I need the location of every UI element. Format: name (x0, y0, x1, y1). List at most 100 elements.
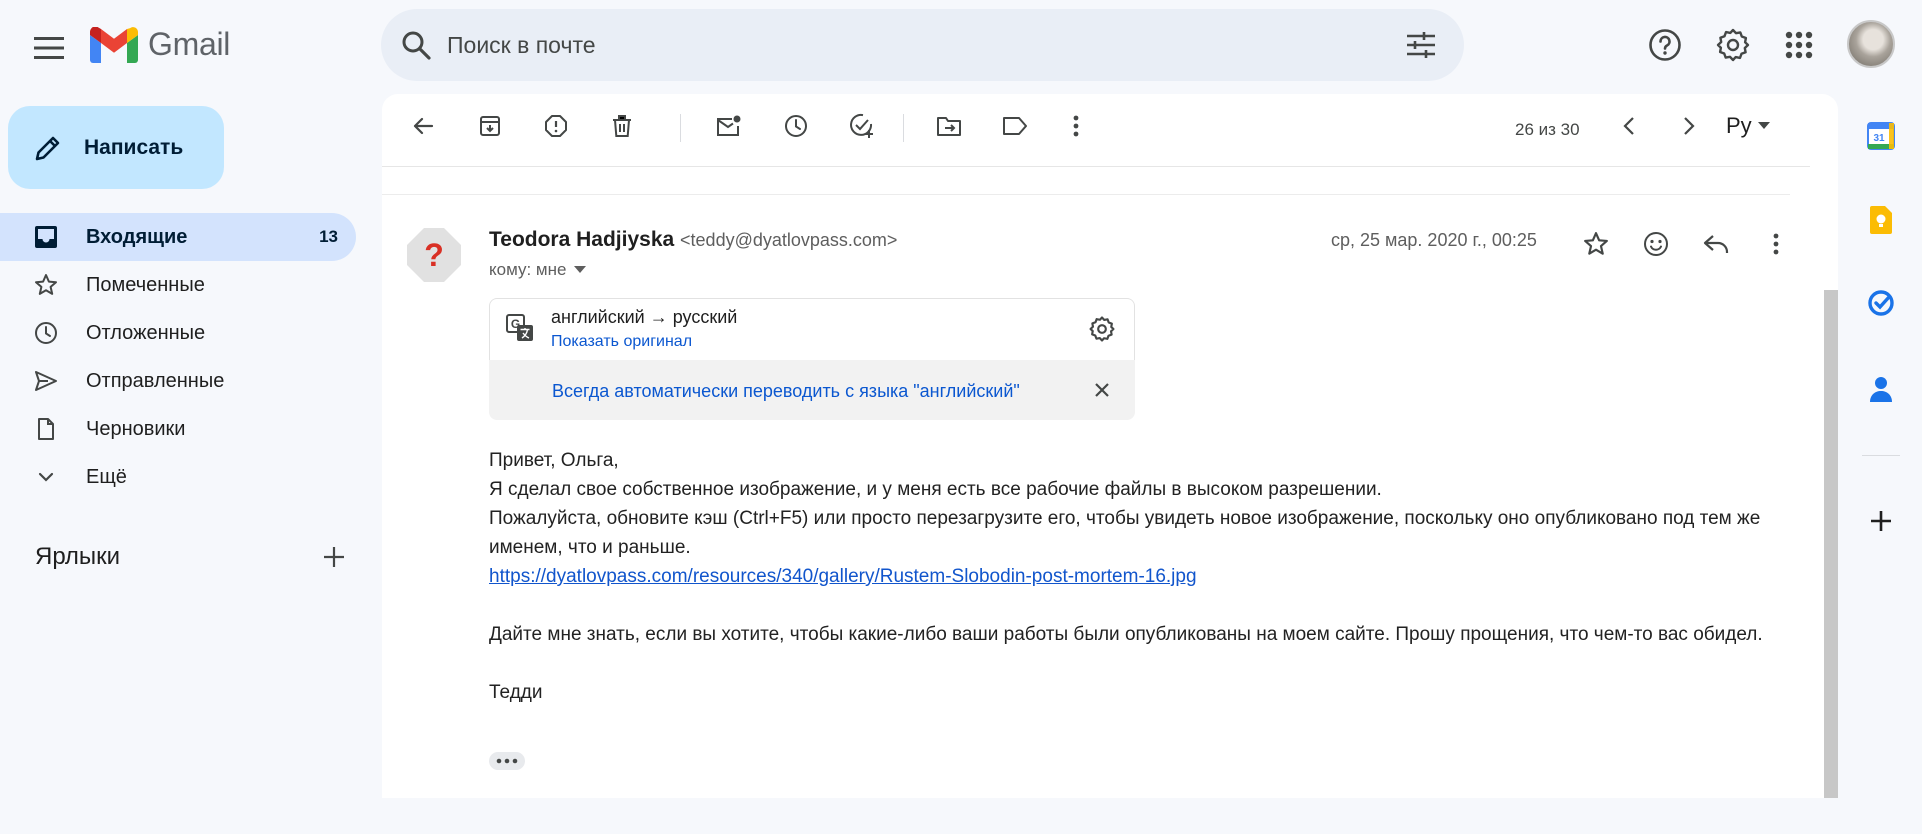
more-actions-button[interactable] (1054, 104, 1098, 148)
move-to-button[interactable] (927, 104, 971, 148)
settings-button[interactable] (1708, 20, 1758, 70)
inbox-icon (35, 226, 57, 248)
pencil-icon (35, 136, 60, 160)
sidebar-item-more[interactable]: Ещё (0, 453, 356, 501)
more-horiz-icon (496, 758, 518, 764)
body-greeting: Привет, Ольга, (489, 450, 619, 471)
chevron-down-icon (38, 472, 54, 482)
input-language-button[interactable]: Ру (1726, 106, 1770, 146)
account-avatar[interactable] (1847, 20, 1895, 68)
message-body: Привет, Ольга, Я сделал свое собственное… (489, 446, 1779, 707)
sidebar-item-label: Ещё (86, 465, 127, 488)
tasks-app-button[interactable] (1860, 282, 1902, 324)
show-trimmed-content-button[interactable] (489, 752, 525, 770)
scrollbar[interactable] (1824, 290, 1838, 798)
get-addons-button[interactable] (1860, 500, 1902, 542)
trash-icon (613, 115, 631, 137)
add-task-button[interactable] (840, 104, 884, 148)
labels-title: Ярлыки (35, 543, 121, 570)
delete-button[interactable] (600, 104, 644, 148)
input-language-label: Ру (1726, 113, 1752, 138)
more-vert-icon (1073, 115, 1079, 137)
send-icon (35, 371, 57, 391)
keep-app-button[interactable] (1860, 199, 1902, 241)
caret-down-icon (1757, 122, 1770, 129)
help-icon (1649, 29, 1681, 61)
message-toolbar: 26 из 30 Ру (382, 94, 1810, 167)
google-apps-button[interactable] (1774, 20, 1824, 70)
mark-unread-button[interactable] (707, 104, 751, 148)
search-input[interactable] (445, 30, 1406, 60)
body-signature: Тедди (489, 682, 543, 703)
older-button[interactable] (1667, 104, 1711, 148)
more-vert-icon (1773, 233, 1779, 255)
unknown-sender-avatar: ? (407, 228, 461, 282)
calendar-app-button[interactable]: 31 (1860, 115, 1902, 157)
message-date: ср, 25 мар. 2020 г., 00:25 (1331, 230, 1537, 250)
translation-banner: G английский → русский Показать оригинал… (489, 298, 1135, 420)
body-paragraph: Пожалуйста, обновите кэш (Ctrl+F5) или п… (489, 508, 1761, 558)
archive-icon (480, 116, 500, 136)
svg-text:31: 31 (1873, 133, 1885, 144)
sidebar-item-sent[interactable]: Отправленные (0, 357, 356, 405)
reply-button[interactable] (1694, 222, 1738, 266)
sender-name: Teodora Hadjiyska (489, 228, 675, 251)
star-icon (1584, 232, 1608, 255)
sidebar-item-snoozed[interactable]: Отложенные (0, 309, 356, 357)
chevron-left-icon (1623, 117, 1634, 135)
search-options-icon[interactable] (1406, 31, 1436, 59)
message-more-button[interactable] (1754, 222, 1798, 266)
sidebar-nav: Входящие 13 Помеченные Отложенные Отправ… (0, 213, 356, 501)
sender-info[interactable]: Teodora Hadjiyska <teddy@dyatlovpass.com… (489, 228, 897, 252)
archive-button[interactable] (468, 104, 512, 148)
sidebar-item-label: Отложенные (86, 321, 206, 344)
add-label-icon[interactable] (323, 546, 345, 568)
side-panel-divider (1862, 455, 1900, 456)
reply-icon (1703, 235, 1729, 253)
newer-button[interactable] (1607, 104, 1651, 148)
add-reaction-button[interactable] (1634, 222, 1678, 266)
gmail-logo[interactable]: Gmail (90, 26, 230, 63)
recipients-toggle[interactable]: кому: мне (489, 260, 587, 280)
move-to-folder-icon (937, 117, 961, 136)
show-original-link[interactable]: Показать оригинал (551, 333, 692, 351)
draft-icon (38, 418, 54, 440)
body-paragraph: Я сделал свое собственное изображение, и… (489, 479, 1382, 500)
gmail-m-icon (90, 26, 138, 63)
toolbar-divider (903, 114, 904, 142)
message-view: 26 из 30 Ру ? Teodora Hadjiyska <teddy@d… (382, 94, 1838, 798)
pager-text: 26 из 30 (1515, 120, 1580, 139)
compose-button[interactable]: Написать (8, 106, 224, 189)
close-icon[interactable] (1094, 382, 1110, 398)
app-name: Gmail (148, 26, 231, 62)
labels-button[interactable] (993, 104, 1037, 148)
search-bar (381, 9, 1464, 81)
apps-grid-icon (1785, 31, 1813, 59)
sidebar-item-drafts[interactable]: Черновики (0, 405, 356, 453)
snooze-button[interactable] (774, 104, 818, 148)
always-translate-link[interactable]: Всегда автоматически переводить с языка … (552, 381, 1020, 402)
search-icon[interactable] (401, 30, 431, 60)
contacts-icon (1870, 377, 1892, 402)
gear-icon[interactable] (1089, 316, 1115, 342)
sidebar-item-inbox[interactable]: Входящие 13 (0, 213, 356, 261)
translate-icon: G (506, 314, 533, 341)
image-link[interactable]: https://dyatlovpass.com/resources/340/ga… (489, 566, 1197, 587)
star-button[interactable] (1574, 222, 1618, 266)
sidebar-item-label: Отправленные (86, 369, 225, 392)
main-menu-button[interactable] (26, 25, 72, 71)
add-task-icon (850, 113, 873, 138)
caret-down-icon (574, 266, 587, 273)
svg-text:?: ? (424, 237, 444, 273)
label-icon (1003, 117, 1027, 135)
unread-count: 13 (319, 227, 338, 246)
emoji-icon (1644, 232, 1668, 256)
support-button[interactable] (1640, 20, 1690, 70)
report-spam-button[interactable] (534, 104, 578, 148)
contacts-app-button[interactable] (1860, 368, 1902, 410)
back-button[interactable] (401, 104, 445, 148)
sidebar-item-label: Входящие (86, 225, 188, 248)
sidebar-item-starred[interactable]: Помеченные (0, 261, 356, 309)
hamburger-icon (34, 37, 64, 59)
clock-icon (35, 322, 57, 344)
